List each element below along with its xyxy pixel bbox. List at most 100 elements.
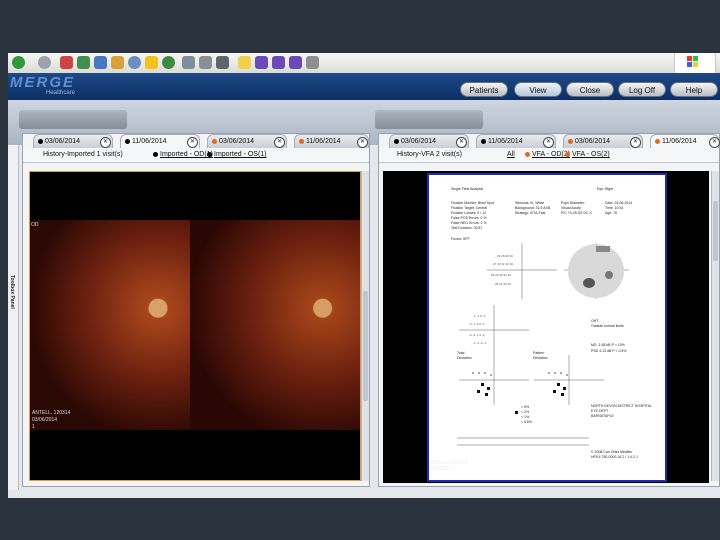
note-icon[interactable] [272,56,285,69]
scroll-thumb[interactable] [363,291,368,401]
toolbox-panel[interactable]: Toolbox Panel [8,145,19,490]
scroll-thumb[interactable] [713,201,718,261]
screen-icon[interactable] [306,56,319,69]
browser-window: MERGE Healthcare Patients View Close Log… [8,53,720,498]
close-tab-icon[interactable]: ✕ [357,137,368,148]
print-icon[interactable] [199,56,212,69]
probability-legend: < 5% < 2% < 1% < 0.5% [521,405,532,425]
svg-text:27 30 31 32 30: 27 30 31 32 30 [493,262,513,266]
home-icon[interactable] [111,56,124,69]
hospital-line: BARNSTAPLE [591,414,614,418]
caption-line: 03/06/2014 [32,417,58,423]
tab-date: 03/06/2014 [45,138,81,145]
close-tab-icon[interactable]: ✕ [709,137,720,148]
left-panel-titlebar [19,110,127,129]
left-scrollbar[interactable] [361,171,369,481]
help-button[interactable]: Help [670,82,718,97]
merge-logo: MERGE [10,74,76,91]
right-subheader: History-VFA 2 visit(s) All VFA - OD(2) V… [379,148,719,163]
right-filter-all[interactable]: All [507,151,515,158]
windows-logo [674,53,716,74]
md-value: MD -1.68 dB P < 10% [591,343,625,347]
search-icon[interactable] [128,56,141,69]
tab-date: 11/06/2014 [132,138,167,145]
total-deviation-label: Total Deviation [457,351,472,360]
caption-line: 1 [429,472,432,478]
fundus-frame[interactable]: OD ANTELL, 120314 03/06/2014 1 [29,171,361,481]
right-tab-1[interactable]: 03/06/2014 ✕ [389,134,469,148]
left-tab-3[interactable]: 03/06/2014 ✕ [207,134,287,148]
patients-button[interactable]: Patients [460,82,508,97]
footer-line: HFA II 750-0000-16.2 / 1.4.2.1 [591,455,638,459]
report-footer: © 2008 Carl Zeiss Meditec HFA II 750-000… [591,450,638,460]
tab-date: 03/06/2014 [401,138,437,145]
tab-date: 03/06/2014 [219,138,255,145]
browser-toolbar [8,53,720,74]
ght-value: Outside normal limits [591,324,624,328]
right-scrollbar[interactable] [711,171,719,481]
history-icon[interactable] [162,56,175,69]
right-filter-od[interactable]: VFA - OD(2) [525,151,570,158]
left-filter-od[interactable]: Imported - OD(1) [153,151,213,158]
page-icon[interactable] [77,56,90,69]
close-button[interactable]: Close [566,82,614,97]
pattern-deviation-label: Pattern Deviation [533,351,548,360]
fundus-caption: ANTELL, 120314 03/06/2014 1 [32,410,70,431]
left-subheader: History-Imported 1 visit(s) Imported - O… [23,148,369,163]
fundus-image-os [190,220,360,430]
left-tab-1[interactable]: 03/06/2014 ✕ [33,134,113,148]
svg-text:26 29 30 31 32: 26 29 30 31 32 [491,273,511,277]
left-filter-os[interactable]: Imported - OS(1) [207,151,267,158]
left-tabbar: 03/06/2014 ✕ 11/06/2014 ✕ 03/06/2014 ✕ 11/0… [23,134,369,148]
svg-text:-1 -3 -2 -1: -1 -3 -2 -1 [473,341,487,345]
filter-label: VFA - OS(2) [572,151,610,158]
left-tab-2[interactable]: 11/06/2014 ✕ [120,134,200,148]
left-history-label: History-Imported 1 visit(s) [43,151,123,158]
note-icon[interactable] [255,56,268,69]
right-tab-4[interactable]: 11/06/2014 ✕ [650,134,720,148]
toolbox-label: Toolbox Panel [9,275,15,309]
filter-label: Imported - OS(1) [214,151,267,158]
logoff-button[interactable]: Log Off [618,82,666,97]
mail-icon[interactable] [182,56,195,69]
legend-item: < 0.5% [521,420,532,424]
edit-icon[interactable] [216,56,229,69]
tab-date: 03/06/2014 [575,138,611,145]
right-tab-2[interactable]: 11/06/2014 ✕ [476,134,556,148]
view-button[interactable]: View [514,82,562,97]
left-viewer: 03/06/2014 ✕ 11/06/2014 ✕ 03/06/2014 ✕ 11/0… [22,133,370,487]
tab-date: 11/06/2014 [306,138,341,145]
favorites-icon[interactable] [145,56,158,69]
close-tab-icon[interactable]: ✕ [630,137,641,148]
page-icon[interactable] [60,56,73,69]
vfa-caption: ANTELL, 120314 03/06/2014 1 [429,460,467,478]
forward-icon[interactable] [38,56,51,69]
eye-label: OD [31,222,39,228]
hospital-info: NORTH DEVON DISTRICT HOSPITAL EYE DEPT B… [591,404,652,419]
close-tab-icon[interactable]: ✕ [456,137,467,148]
right-tab-3[interactable]: 03/06/2014 ✕ [563,134,643,148]
tab-date: 11/06/2014 [488,138,523,145]
tab-date: 11/06/2014 [662,138,697,145]
svg-text:28 31 30 29: 28 31 30 29 [495,282,511,286]
close-tab-icon[interactable]: ✕ [543,137,554,148]
caption-line: ANTELL, 120314 [32,410,71,416]
folder-icon[interactable] [238,56,251,69]
right-viewer: 03/06/2014 ✕ 11/06/2014 ✕ 03/06/2014 ✕ 11/0… [378,133,720,487]
refresh-icon[interactable] [94,56,107,69]
left-tab-4[interactable]: 11/06/2014 ✕ [294,134,369,148]
vfa-frame[interactable]: Single Field Analysis Eye: Right Fixatio… [383,171,709,483]
svg-text:29 28 29 30: 29 28 29 30 [497,254,513,258]
fundus-image-od [30,220,190,430]
close-tab-icon[interactable]: ✕ [100,137,111,148]
close-tab-icon[interactable]: ✕ [274,137,285,148]
right-panel-titlebar [375,110,483,129]
svg-text:-2 -4 -1 0 -2: -2 -4 -1 0 -2 [469,333,485,337]
right-tabbar: 03/06/2014 ✕ 11/06/2014 ✕ 03/06/2014 ✕ 11/0… [379,134,720,148]
right-filter-os[interactable]: VFA - OS(2) [565,151,610,158]
note-icon[interactable] [289,56,302,69]
close-tab-icon[interactable]: ✕ [187,137,198,148]
svg-text:-3 -1 -2 0 -1: -3 -1 -2 0 -1 [469,322,485,326]
psd-value: PSD 4.13 dB P < 0.5% [591,349,627,353]
back-icon[interactable] [12,56,25,69]
